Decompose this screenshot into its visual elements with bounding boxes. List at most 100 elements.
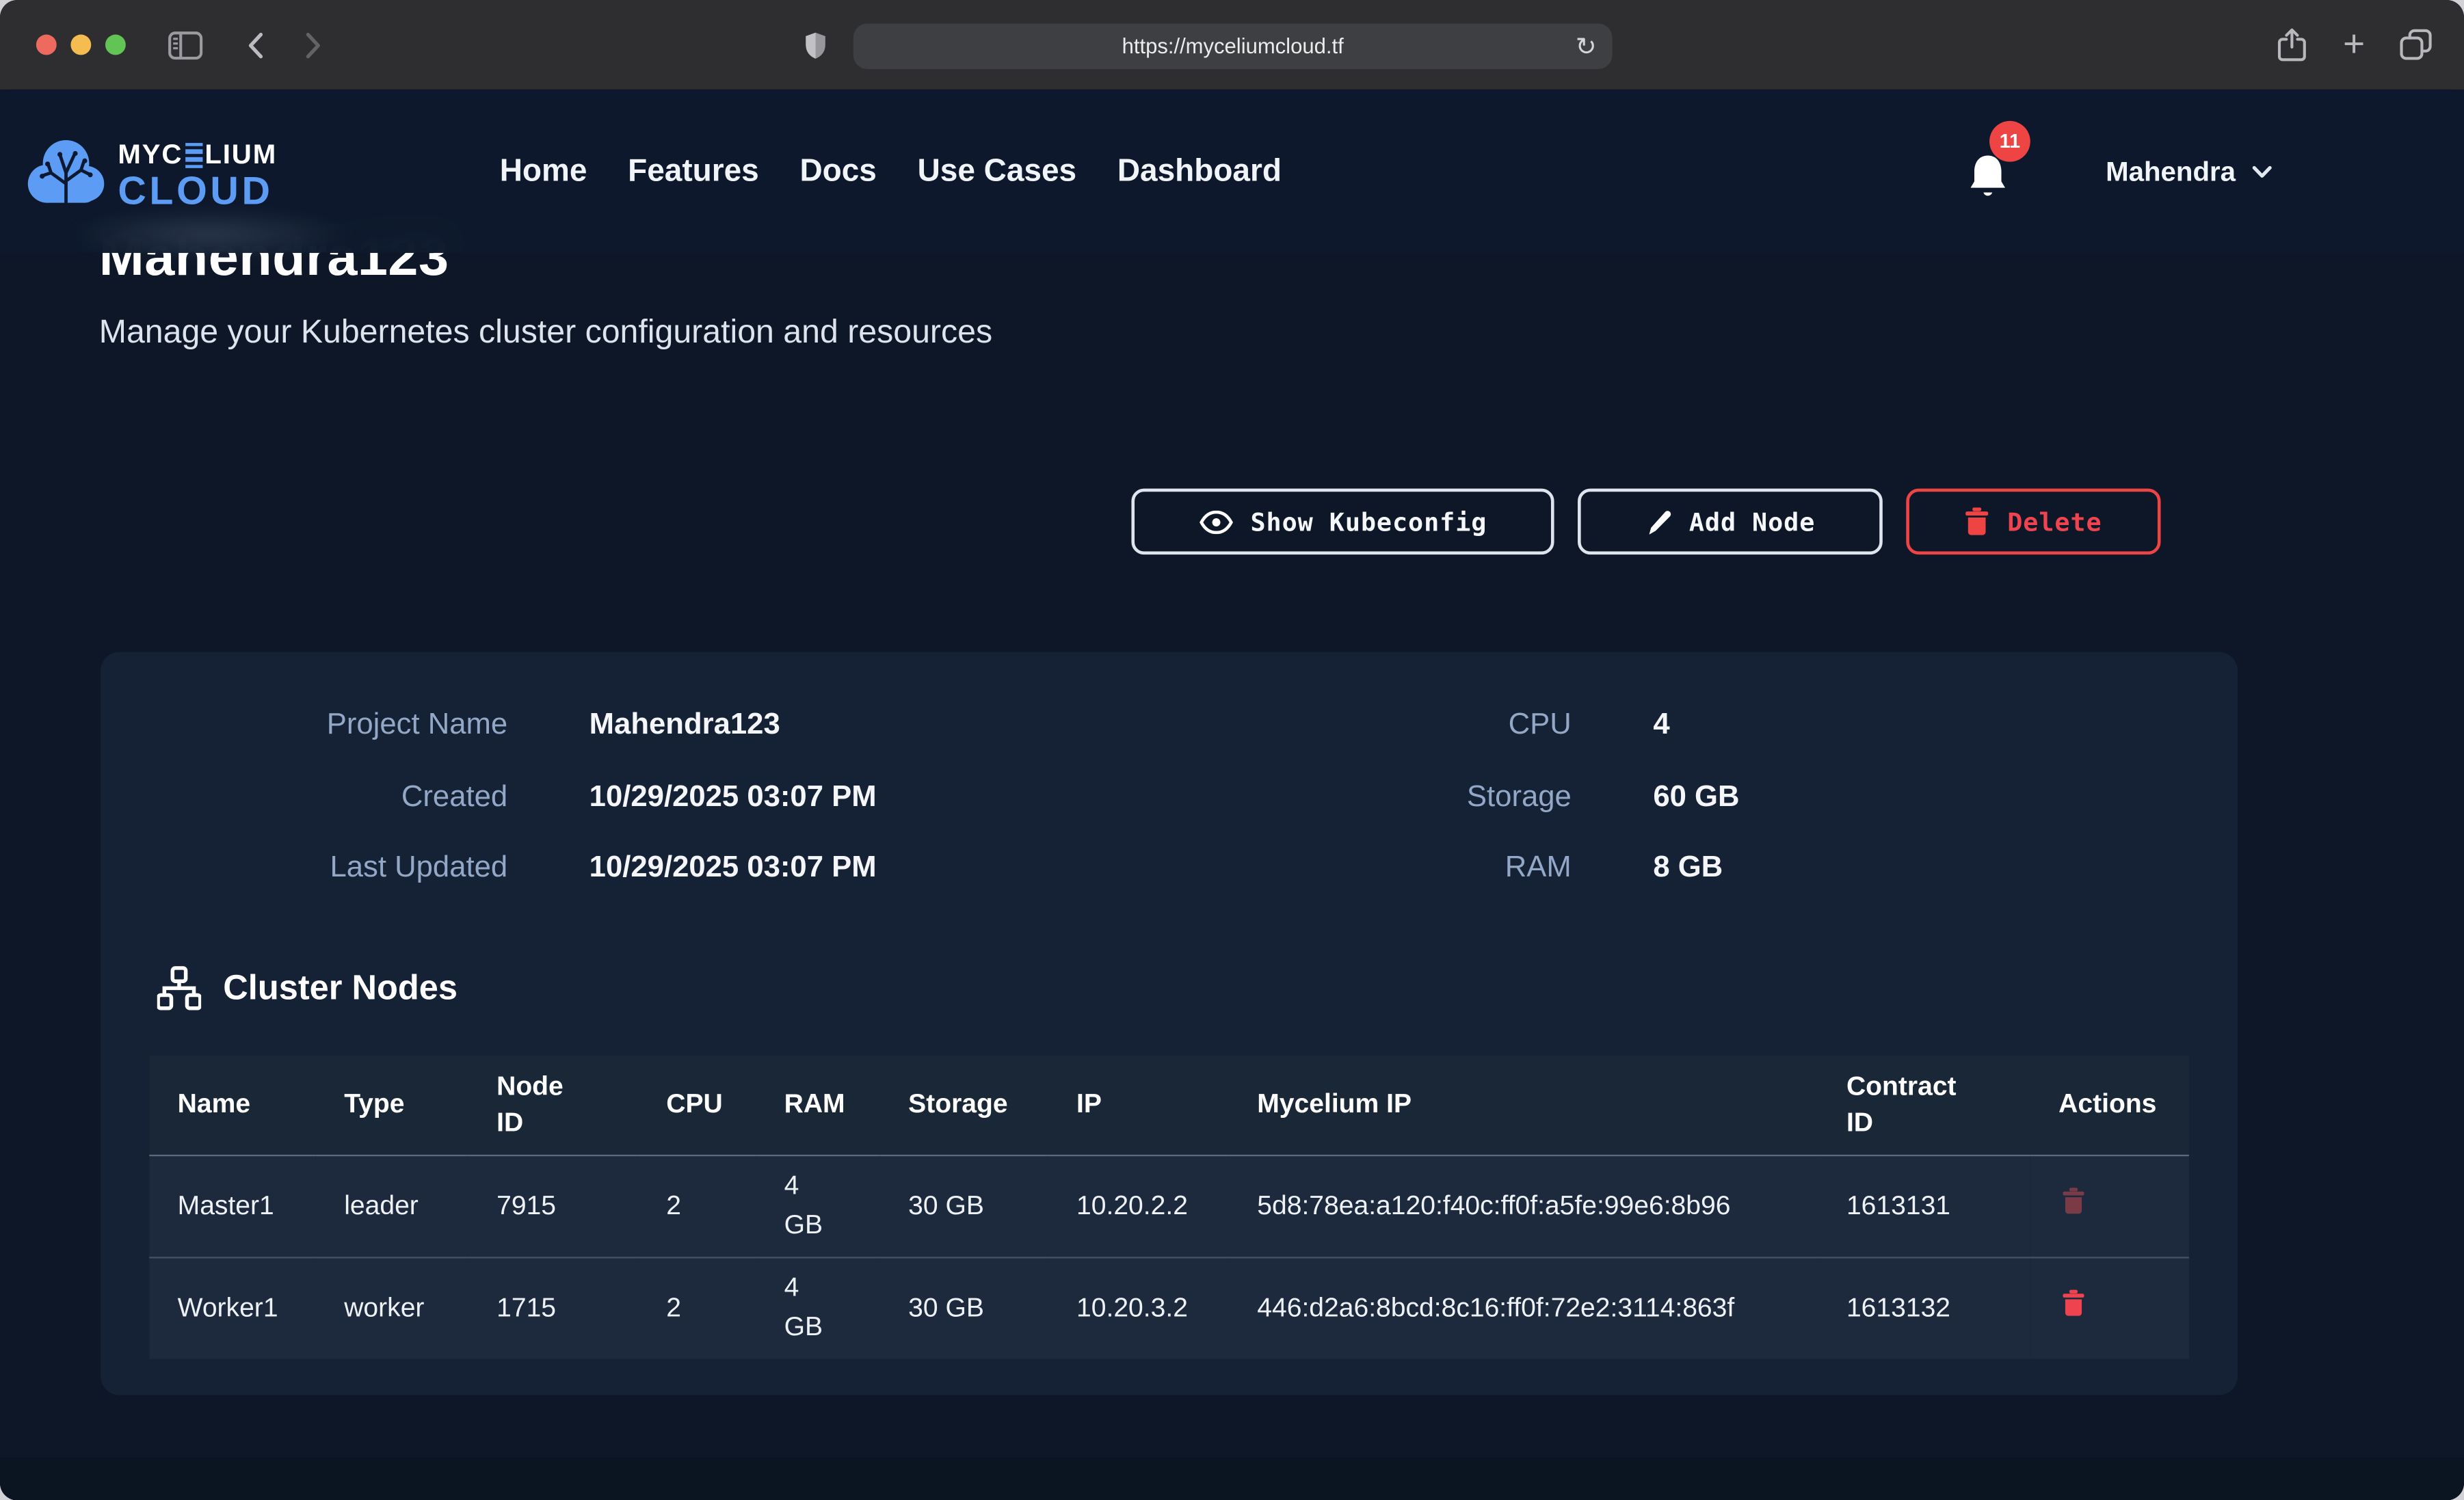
nav-item-use-cases[interactable]: Use Cases — [918, 153, 1077, 189]
reload-icon[interactable]: ↻ — [1576, 23, 1597, 68]
project-info-left: Project Name Mahendra123 Created 10/29/2… — [157, 704, 877, 890]
logo-e-glyph — [185, 143, 202, 169]
cell-cpu: 2 — [638, 1155, 756, 1257]
site-header: MYC LIUM CLOUD Home Features Docs Use Cas… — [0, 90, 2464, 253]
cpu-value: 4 — [1653, 704, 1739, 747]
cluster-nodes-heading: Cluster Nodes — [157, 966, 458, 1010]
macos-browser-window: https://myceliumcloud.tf ↻ + Mahendra123… — [0, 0, 2464, 1500]
delete-node-button-disabled[interactable] — [2062, 1190, 2085, 1220]
cell-type: worker — [316, 1257, 468, 1358]
nav-item-dashboard[interactable]: Dashboard — [1117, 153, 1282, 189]
add-node-label: Add Node — [1689, 507, 1815, 537]
tab-overview-icon[interactable] — [2395, 0, 2436, 90]
mycelium-cloud-logo[interactable]: MYC LIUM CLOUD — [25, 137, 277, 217]
cell-ip: 10.20.3.2 — [1048, 1257, 1229, 1358]
cell-contract-id: 1613131 — [1818, 1155, 2030, 1257]
nav-item-docs[interactable]: Docs — [799, 153, 876, 189]
table-row: Master1 leader 7915 2 4 GB 30 GB 10.20.2… — [149, 1155, 2189, 1257]
logo-suffix: LIUM — [204, 142, 277, 169]
logo-text: MYC LIUM CLOUD — [118, 142, 277, 211]
trash-icon — [2062, 1187, 2085, 1214]
delete-node-button[interactable] — [2062, 1292, 2085, 1322]
logo-prefix: MYC — [118, 142, 183, 169]
col-mycelium-ip: Mycelium IP — [1229, 1056, 1818, 1155]
new-tab-icon[interactable]: + — [2337, 0, 2372, 90]
col-actions: Actions — [2030, 1056, 2189, 1155]
cell-node-id: 7915 — [468, 1155, 638, 1257]
delete-cluster-button[interactable]: Delete — [1906, 489, 2160, 555]
page-footer-band — [0, 1458, 2464, 1500]
sidebar-toggle-icon[interactable] — [163, 0, 207, 90]
nav-item-home[interactable]: Home — [500, 153, 587, 189]
share-icon[interactable] — [2273, 0, 2310, 90]
col-ip: IP — [1048, 1056, 1229, 1155]
cluster-actions: Show Kubeconfig Add Node Delete — [1131, 489, 2160, 555]
cell-storage: 30 GB — [880, 1257, 1048, 1358]
network-topology-icon — [157, 966, 201, 1010]
storage-value: 60 GB — [1653, 775, 1739, 819]
logo-cloud-icon — [25, 137, 107, 217]
cell-name: Worker1 — [149, 1257, 316, 1358]
last-updated-value: 10/29/2025 03:07 PM — [589, 847, 877, 891]
ram-label: RAM — [1351, 847, 1572, 891]
project-name-value: Mahendra123 — [589, 704, 877, 747]
last-updated-label: Last Updated — [157, 847, 507, 891]
table-header-row: Name Type Node ID CPU RAM Storage IP Myc… — [149, 1056, 2189, 1155]
page-subtitle: Manage your Kubernetes cluster configura… — [99, 314, 992, 352]
notification-badge: 11 — [1989, 121, 2030, 162]
delete-label: Delete — [2007, 507, 2102, 537]
created-value: 10/29/2025 03:07 PM — [589, 775, 877, 819]
cell-node-id: 1715 — [468, 1257, 638, 1358]
cell-storage: 30 GB — [880, 1155, 1048, 1257]
cell-type: leader — [316, 1155, 468, 1257]
cell-mycelium-ip: 446:d2a6:8bcd:8c16:ff0f:72e2:3114:863f — [1229, 1257, 1818, 1358]
col-storage: Storage — [880, 1056, 1048, 1155]
nav-item-features[interactable]: Features — [628, 153, 759, 189]
back-button[interactable] — [239, 0, 270, 90]
traffic-lights — [36, 35, 126, 55]
cell-actions — [2030, 1257, 2189, 1358]
cell-ip: 10.20.2.2 — [1048, 1155, 1229, 1257]
site-viewport: Mahendra123 Manage your Kubernetes clust… — [0, 90, 2464, 1500]
browser-toolbar: https://myceliumcloud.tf ↻ + — [0, 0, 2464, 90]
cell-mycelium-ip: 5d8:78ea:a120:f40c:ff0f:a5fe:99e6:8b96 — [1229, 1155, 1818, 1257]
privacy-shield-icon[interactable] — [798, 0, 833, 90]
screenshot-stage: https://myceliumcloud.tf ↻ + Mahendra123… — [0, 0, 2464, 1500]
project-info-right: CPU 4 Storage 60 GB RAM 8 GB — [1351, 704, 1739, 890]
url-text: https://myceliumcloud.tf — [1122, 34, 1344, 57]
trash-icon — [1965, 507, 1990, 535]
forward-button[interactable] — [297, 0, 328, 90]
notifications-button[interactable]: 11 — [1968, 133, 2037, 215]
chevron-down-icon — [2251, 164, 2272, 178]
table-row: Worker1 worker 1715 2 4 GB 30 GB 10.20.3… — [149, 1257, 2189, 1358]
minimize-window-button[interactable] — [70, 35, 91, 55]
bell-icon — [1970, 155, 2005, 187]
col-type: Type — [316, 1056, 468, 1155]
cell-actions — [2030, 1155, 2189, 1257]
project-name-label: Project Name — [157, 704, 507, 747]
main-nav: Home Features Docs Use Cases Dashboard — [500, 90, 1282, 253]
ram-value: 8 GB — [1653, 847, 1739, 891]
cell-contract-id: 1613132 — [1818, 1257, 2030, 1358]
created-label: Created — [157, 775, 507, 819]
user-name: Mahendra — [2106, 155, 2236, 187]
cell-ram: 4 GB — [756, 1155, 880, 1257]
col-cpu: CPU — [638, 1056, 756, 1155]
col-ram: RAM — [756, 1056, 880, 1155]
col-node-id: Node ID — [468, 1056, 638, 1155]
add-node-button[interactable]: Add Node — [1578, 489, 1883, 555]
show-kubeconfig-button[interactable]: Show Kubeconfig — [1131, 489, 1554, 555]
user-menu[interactable]: Mahendra — [2106, 90, 2272, 253]
cpu-label: CPU — [1351, 704, 1572, 747]
trash-icon — [2062, 1289, 2085, 1316]
nodes-table: Name Type Node ID CPU RAM Storage IP Myc… — [149, 1056, 2189, 1358]
logo-wordmark-cloud: CLOUD — [118, 172, 277, 211]
project-card: Project Name Mahendra123 Created 10/29/2… — [101, 652, 2238, 1395]
cell-name: Master1 — [149, 1155, 316, 1257]
cell-ram: 4 GB — [756, 1257, 880, 1358]
close-window-button[interactable] — [36, 35, 57, 55]
address-bar[interactable]: https://myceliumcloud.tf ↻ — [853, 23, 1613, 68]
zoom-window-button[interactable] — [105, 35, 126, 55]
col-contract-id: Contract ID — [1818, 1056, 2030, 1155]
storage-label: Storage — [1351, 775, 1572, 819]
